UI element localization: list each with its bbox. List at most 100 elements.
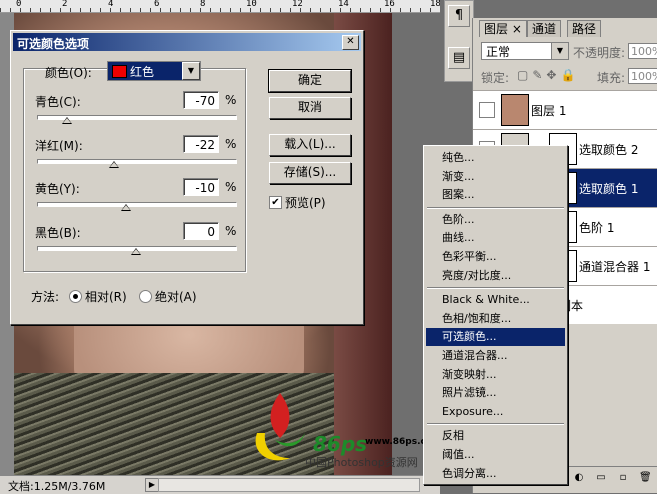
menu-item[interactable]: 亮度/对比度... [426,267,565,285]
tab-channels[interactable]: 通道 [527,20,562,37]
menu-item[interactable]: 纯色... [426,149,565,167]
slider-value-field[interactable]: 0 [183,222,219,240]
slider-label: 青色(C): [35,95,81,109]
layer-name: 选取颜色 2 [579,143,639,157]
visibility-toggle-icon[interactable] [479,102,495,118]
new-layer-icon[interactable]: ▫ [617,472,629,484]
selective-color-dialog: 可选颜色选项 ✕ 颜色(O): 红色 ▼ 青色(C): -70% 洋红(M): -22… [10,30,364,325]
load-button[interactable]: 载入(L)... [269,134,351,156]
watermark-brand: 86ps [313,432,368,456]
new-group-icon[interactable]: ▭ [595,472,607,484]
percent-unit: % [225,224,237,238]
delete-layer-icon[interactable]: 🗑 [639,472,652,484]
menu-item[interactable]: 色相/饱和度... [426,310,565,328]
ruler-label: 6 [154,0,160,9]
tab-paths[interactable]: 路径 [567,20,602,37]
blend-mode-select[interactable]: 正常 ▼ [481,42,569,60]
dialog-title: 可选颜色选项 [17,37,90,51]
percent-unit: % [225,137,237,151]
ok-button[interactable]: 确定 [268,69,352,93]
method-absolute-radio[interactable] [139,290,152,303]
menu-item[interactable]: 通道混合器... [426,347,565,365]
menu-item[interactable]: 色彩平衡... [426,248,565,266]
close-icon[interactable]: ✕ [342,35,359,50]
color-select-value: 红色 [130,65,155,79]
blend-mode-value: 正常 [486,45,511,59]
layer-row[interactable]: 图层 1 [473,90,657,129]
layer-name: 色阶 1 [579,221,615,235]
ruler-label: 2 [62,0,68,9]
paragraph-icon[interactable]: ¶ [448,5,470,27]
fill-label: 填充: [597,71,626,85]
chevron-down-icon[interactable]: ▼ [182,62,200,80]
menu-item[interactable]: 图案... [426,186,565,204]
ruler-label: 4 [108,0,114,9]
status-bar: 文档:1.25M/3.76M ▶ [0,475,440,494]
menu-item[interactable]: 曲线... [426,229,565,247]
save-button[interactable]: 存储(S)... [269,162,351,184]
dialog-titlebar[interactable]: 可选颜色选项 ✕ [13,33,361,51]
menu-item[interactable]: 渐变映射... [426,366,565,384]
fill-field[interactable]: 100% [628,68,657,84]
method-absolute-label: 绝对(A) [155,290,197,304]
menu-item[interactable]: 色调分离... [426,465,565,483]
menu-item[interactable]: 可选颜色... [426,328,565,347]
menu-separator [427,287,564,290]
layer-thumbnail [501,94,529,126]
adjustment-layer-menu: 纯色... 渐变... 图案... 色阶... 曲线... 色彩平衡... 亮度/对比度..… [423,145,568,485]
slider-label: 黑色(B): [35,226,81,240]
slider-label: 黄色(Y): [35,182,80,196]
adjustment-layer-icon[interactable]: ◐ [573,472,585,484]
color-select[interactable]: 红色 ▼ [107,61,201,81]
slider-thumb[interactable] [109,161,120,168]
slider-thumb[interactable] [61,117,72,124]
watermark-site-name: 中国Photoshop资源网 [305,456,418,469]
percent-unit: % [225,180,237,194]
document-icon[interactable]: ▤ [448,47,470,69]
menu-item[interactable]: Black & White... [426,291,565,309]
lock-label: 锁定: [481,71,510,85]
slider-value-field[interactable]: -70 [183,91,219,109]
slider-thumb[interactable] [131,248,141,255]
slider-label: 洋红(M): [35,139,83,153]
layer-name: 通道混合器 1 [579,260,651,274]
opacity-field[interactable]: 100% [628,43,657,59]
color-label: 颜色(O): [45,66,92,80]
menu-separator [427,206,564,209]
slider-value-field[interactable]: -22 [183,135,219,153]
opacity-label: 不透明度: [573,46,626,60]
menu-item[interactable]: Exposure... [426,403,565,421]
menu-separator [427,423,564,426]
ruler-label: 12 [292,0,303,9]
menu-item[interactable]: 照片滤镜... [426,384,565,402]
lock-icons[interactable]: ▢✎✥🔒 [517,68,579,82]
slider-track[interactable] [37,202,237,207]
slider-thumb[interactable] [121,204,132,211]
method-relative-radio[interactable] [69,290,82,303]
layer-name: 选取颜色 1 [579,182,639,196]
menu-item[interactable]: 阈值... [426,446,565,464]
cancel-button[interactable]: 取消 [269,97,351,119]
tab-layers[interactable]: 图层 × [479,20,527,37]
slider-value-field[interactable]: -10 [183,178,219,196]
horizontal-scrollbar[interactable] [158,478,420,492]
ruler-label: 18 [430,0,440,9]
preview-label: 预览(P) [285,196,326,210]
red-swatch-icon [112,65,127,78]
status-menu-arrow-icon[interactable]: ▶ [145,478,159,492]
document-size-info: 文档:1.25M/3.76M [8,480,106,493]
menu-item[interactable]: 反相 [426,427,565,445]
tab-close-icon[interactable]: × [512,22,522,36]
percent-unit: % [225,93,237,107]
horizontal-ruler: 0 2 4 6 8 10 12 14 16 18 [0,0,440,13]
slider-track[interactable] [37,159,237,164]
method-label: 方法: [31,290,60,304]
chevron-down-icon[interactable]: ▼ [551,43,568,59]
method-relative-label: 相对(R) [85,290,127,304]
ruler-label: 14 [338,0,349,9]
preview-checkbox[interactable]: ✔ [269,196,282,209]
ruler-label: 0 [16,0,22,9]
menu-item[interactable]: 渐变... [426,168,565,186]
menu-item[interactable]: 色阶... [426,211,565,229]
ruler-label: 10 [246,0,257,9]
